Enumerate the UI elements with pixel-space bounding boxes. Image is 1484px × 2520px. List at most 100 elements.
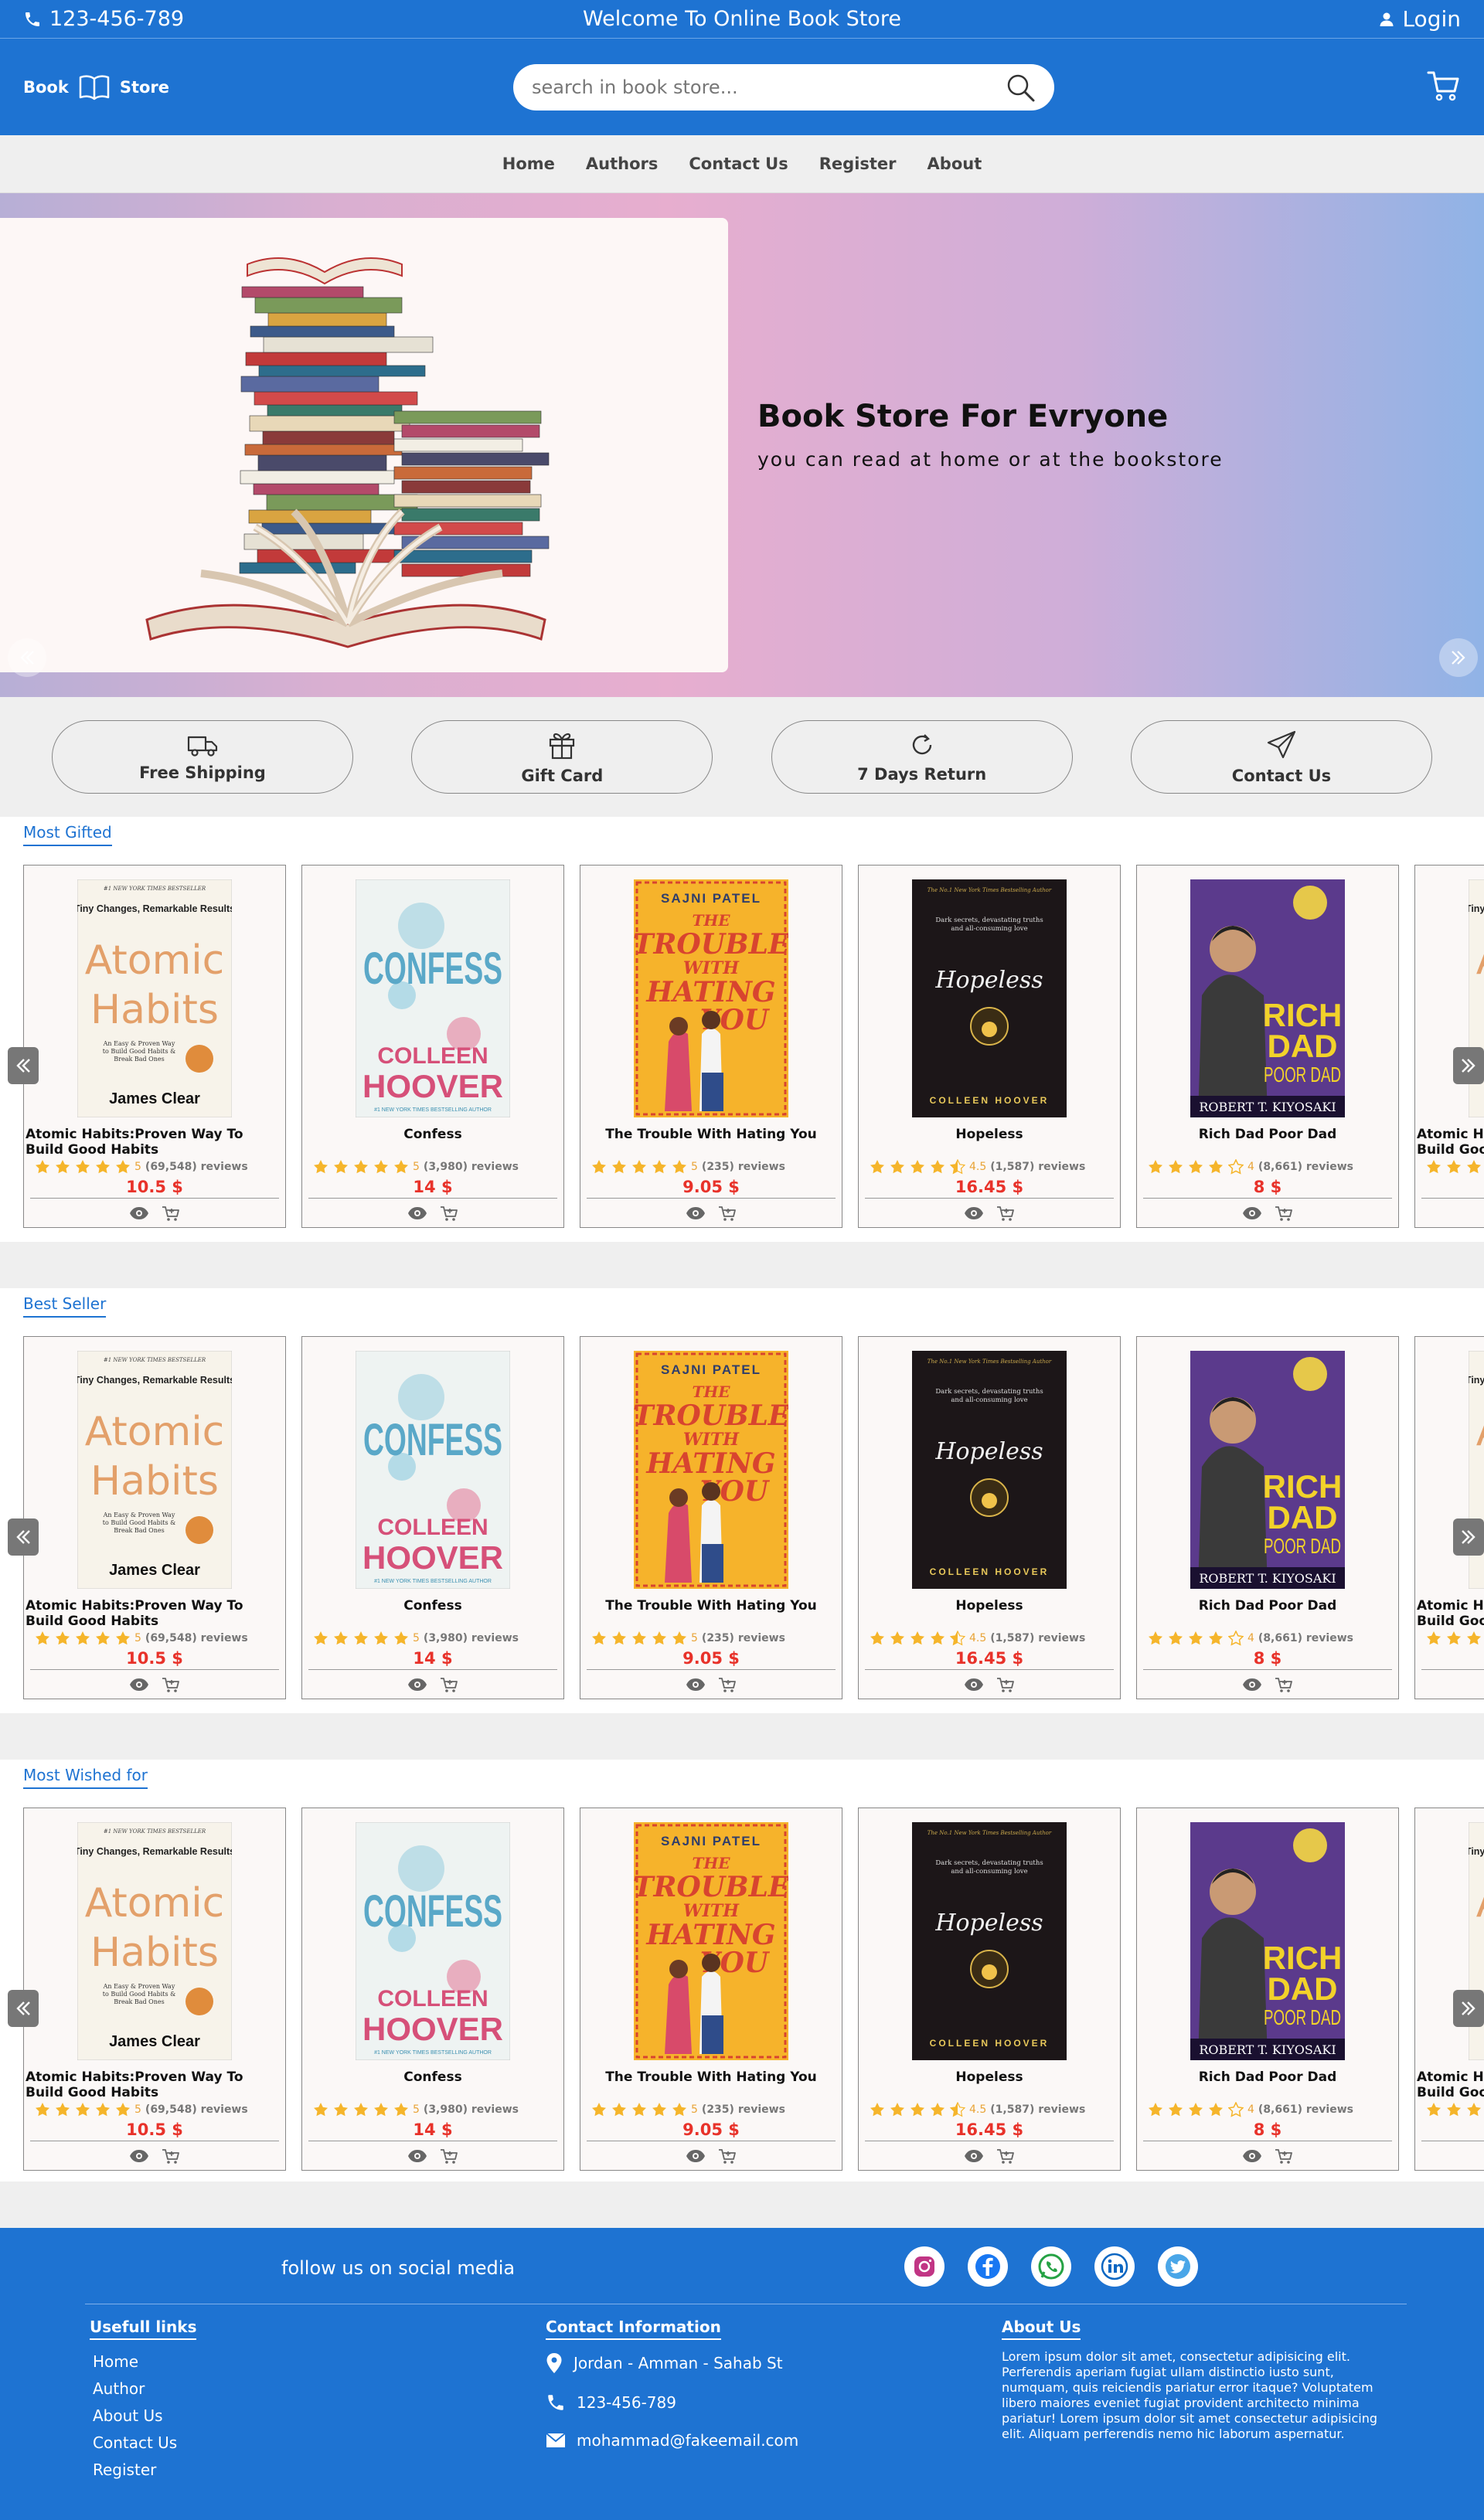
view-button[interactable] (964, 1677, 984, 1694)
whatsapp-link[interactable] (1031, 2246, 1071, 2287)
carousel-next-button[interactable] (1453, 1518, 1484, 1556)
view-button[interactable] (1242, 2148, 1262, 2165)
nav-about[interactable]: About (928, 155, 982, 173)
contact-email[interactable]: mohammad@fakeemail.com (546, 2431, 798, 2450)
book-cover[interactable]: The No.1 New York Times Bestselling Auth… (912, 1351, 1067, 1589)
book-title[interactable]: The Trouble With Hating You (580, 2069, 842, 2085)
book-card-atomic-habits[interactable]: #1 NEW YORK TIMES BESTSELLER Tiny Change… (23, 1808, 286, 2171)
book-title[interactable]: Atomic Habits:Proven Way To Build Good H… (1415, 1598, 1484, 1629)
book-cover[interactable]: RICH DAD POOR DAD ROBERT T. KIYOSAKI (1190, 1351, 1345, 1589)
book-title[interactable]: Confess (302, 1127, 563, 1142)
view-button[interactable] (686, 1677, 706, 1694)
view-button[interactable] (686, 1206, 706, 1223)
search-input[interactable] (532, 77, 1005, 98)
add-to-cart-button[interactable] (162, 1206, 180, 1223)
footer-link-home[interactable]: Home (93, 2352, 196, 2371)
twitter-link[interactable] (1158, 2246, 1198, 2287)
book-card-hopeless[interactable]: The No.1 New York Times Bestselling Auth… (858, 865, 1121, 1228)
add-to-cart-button[interactable] (162, 2148, 180, 2165)
add-to-cart-button[interactable] (996, 1677, 1015, 1694)
book-cover[interactable]: The No.1 New York Times Bestselling Auth… (912, 1822, 1067, 2060)
logo[interactable]: Book Store (23, 74, 169, 100)
instagram-link[interactable] (904, 2246, 945, 2287)
feature-contact-us[interactable]: Contact Us (1130, 720, 1432, 794)
add-to-cart-button[interactable] (162, 1677, 180, 1694)
book-cover[interactable]: SAJNI PATEL THE TROUBLE WITH HATING YOU (634, 879, 788, 1117)
nav-contact-us[interactable]: Contact Us (689, 155, 788, 173)
book-title[interactable]: Confess (302, 1598, 563, 1614)
book-card-atomic-habits[interactable]: #1 NEW YORK TIMES BESTSELLER Tiny Change… (23, 1336, 286, 1699)
book-card-hopeless[interactable]: The No.1 New York Times Bestselling Auth… (858, 1336, 1121, 1699)
book-card-rich-dad-poor-dad[interactable]: RICH DAD POOR DAD ROBERT T. KIYOSAKI Rich… (1136, 1808, 1399, 2171)
nav-home[interactable]: Home (502, 155, 555, 173)
carousel-prev-button[interactable] (8, 1518, 39, 1556)
book-title[interactable]: Atomic Habits:Proven Way To Build Good H… (1415, 1127, 1484, 1158)
book-card-atomic-habits[interactable]: #1 NEW YORK TIMES BESTSELLER Tiny Change… (1414, 865, 1484, 1228)
view-button[interactable] (1242, 1677, 1262, 1694)
book-title[interactable]: Rich Dad Poor Dad (1137, 2069, 1398, 2085)
carousel-next-button[interactable] (1453, 1990, 1484, 2027)
nav-authors[interactable]: Authors (586, 155, 658, 173)
view-button[interactable] (686, 2148, 706, 2165)
feature-free-shipping[interactable]: Free Shipping (52, 720, 353, 794)
view-button[interactable] (407, 1677, 427, 1694)
book-title[interactable]: Atomic Habits:Proven Way To Build Good H… (24, 2069, 285, 2100)
add-to-cart-button[interactable] (1275, 1206, 1293, 1223)
view-button[interactable] (1242, 1206, 1262, 1223)
add-to-cart-button[interactable] (1275, 1677, 1293, 1694)
view-button[interactable] (407, 2148, 427, 2165)
view-button[interactable] (407, 1206, 427, 1223)
footer-link-author[interactable]: Author (93, 2379, 196, 2398)
book-title[interactable]: Atomic Habits:Proven Way To Build Good H… (1415, 2069, 1484, 2100)
book-cover[interactable]: #1 NEW YORK TIMES BESTSELLER Tiny Change… (77, 1822, 232, 2060)
book-title[interactable]: Atomic Habits:Proven Way To Build Good H… (24, 1127, 285, 1158)
carousel-prev-button[interactable] (8, 1990, 39, 2027)
book-title[interactable]: Hopeless (859, 1127, 1120, 1142)
book-title[interactable]: Confess (302, 2069, 563, 2085)
book-cover[interactable]: RICH DAD POOR DAD ROBERT T. KIYOSAKI (1190, 1822, 1345, 2060)
view-button[interactable] (129, 2148, 149, 2165)
feature-7-days-return[interactable]: 7 Days Return (771, 720, 1073, 794)
hero-prev-button[interactable] (8, 638, 46, 677)
feature-gift-card[interactable]: Gift Card (411, 720, 713, 794)
book-card-confess[interactable]: CONFESS COLLEEN HOOVER #1 NEW YORK TIMES… (301, 1336, 564, 1699)
book-cover[interactable]: #1 NEW YORK TIMES BESTSELLER Tiny Change… (77, 1351, 232, 1589)
book-cover[interactable]: RICH DAD POOR DAD ROBERT T. KIYOSAKI (1190, 879, 1345, 1117)
book-title[interactable]: Hopeless (859, 1598, 1120, 1614)
footer-link-contact-us[interactable]: Contact Us (93, 2433, 196, 2452)
book-title[interactable]: The Trouble With Hating You (580, 1598, 842, 1614)
book-title[interactable]: Rich Dad Poor Dad (1137, 1127, 1398, 1142)
book-cover[interactable]: #1 NEW YORK TIMES BESTSELLER Tiny Change… (77, 879, 232, 1117)
book-cover[interactable]: The No.1 New York Times Bestselling Auth… (912, 879, 1067, 1117)
book-title[interactable]: The Trouble With Hating You (580, 1127, 842, 1142)
book-card-the-trouble-with-hating-you[interactable]: SAJNI PATEL THE TROUBLE WITH HATING YOU … (580, 1808, 842, 2171)
book-card-confess[interactable]: CONFESS COLLEEN HOOVER #1 NEW YORK TIMES… (301, 865, 564, 1228)
add-to-cart-button[interactable] (996, 1206, 1015, 1223)
login-link[interactable]: Login (1379, 6, 1461, 32)
linkedin-link[interactable] (1094, 2246, 1135, 2287)
book-cover[interactable]: CONFESS COLLEEN HOOVER #1 NEW YORK TIMES… (356, 879, 510, 1117)
add-to-cart-button[interactable] (1275, 2148, 1293, 2165)
book-card-rich-dad-poor-dad[interactable]: RICH DAD POOR DAD ROBERT T. KIYOSAKI Rich… (1136, 865, 1399, 1228)
book-cover[interactable]: CONFESS COLLEEN HOOVER #1 NEW YORK TIMES… (356, 1351, 510, 1589)
add-to-cart-button[interactable] (718, 1206, 737, 1223)
book-card-the-trouble-with-hating-you[interactable]: SAJNI PATEL THE TROUBLE WITH HATING YOU … (580, 865, 842, 1228)
add-to-cart-button[interactable] (718, 1677, 737, 1694)
book-title[interactable]: Rich Dad Poor Dad (1137, 1598, 1398, 1614)
add-to-cart-button[interactable] (996, 2148, 1015, 2165)
add-to-cart-button[interactable] (440, 1206, 458, 1223)
book-card-atomic-habits[interactable]: #1 NEW YORK TIMES BESTSELLER Tiny Change… (1414, 1808, 1484, 2171)
add-to-cart-button[interactable] (440, 1677, 458, 1694)
cart-icon[interactable] (1427, 70, 1461, 104)
footer-link-register[interactable]: Register (93, 2460, 196, 2479)
book-card-rich-dad-poor-dad[interactable]: RICH DAD POOR DAD ROBERT T. KIYOSAKI Rich… (1136, 1336, 1399, 1699)
view-button[interactable] (129, 1206, 149, 1223)
carousel-prev-button[interactable] (8, 1047, 39, 1084)
add-to-cart-button[interactable] (440, 2148, 458, 2165)
book-card-confess[interactable]: CONFESS COLLEEN HOOVER #1 NEW YORK TIMES… (301, 1808, 564, 2171)
book-title[interactable]: Atomic Habits:Proven Way To Build Good H… (24, 1598, 285, 1629)
search-icon[interactable] (1005, 72, 1036, 103)
footer-link-about-us[interactable]: About Us (93, 2406, 196, 2425)
view-button[interactable] (964, 1206, 984, 1223)
nav-register[interactable]: Register (819, 155, 897, 173)
